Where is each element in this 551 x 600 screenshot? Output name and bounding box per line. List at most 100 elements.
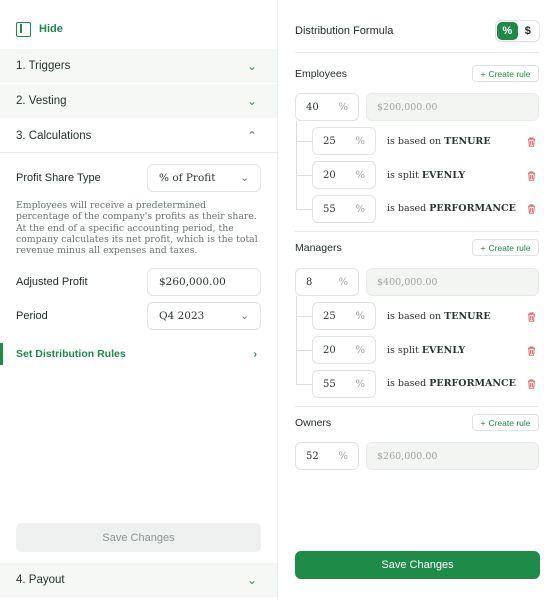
managers-percent-value: 8 bbox=[306, 276, 313, 288]
rule-percent-value: 20 bbox=[323, 169, 336, 181]
plus-icon: + bbox=[480, 242, 486, 253]
chevron-down-icon: ⌄ bbox=[246, 59, 257, 73]
trash-icon[interactable] bbox=[527, 204, 536, 214]
managers-percent-input[interactable]: 8 % bbox=[295, 268, 359, 296]
adjusted-profit-label: Adjusted Profit bbox=[16, 276, 88, 288]
accordion-vesting[interactable]: 2. Vesting ⌄ bbox=[0, 84, 277, 118]
rule-percent-value: 25 bbox=[323, 310, 336, 322]
rule-keyword: TENURE bbox=[444, 136, 491, 147]
rule-prefix: is based bbox=[387, 203, 430, 214]
period-value: Q4 2023 bbox=[159, 310, 205, 322]
tree-branch bbox=[296, 175, 312, 176]
divider bbox=[295, 52, 539, 53]
sidebar-toggle-icon bbox=[16, 21, 31, 37]
employees-percent-value: 40 bbox=[306, 101, 319, 113]
rule-percent-value: 55 bbox=[323, 203, 336, 215]
accordion-calculations-label: 3. Calculations bbox=[16, 129, 92, 142]
chevron-down-icon: ⌄ bbox=[240, 172, 249, 184]
owners-percent-input[interactable]: 52 % bbox=[295, 442, 359, 470]
percent-toggle-button[interactable]: % bbox=[497, 22, 518, 40]
trash-icon[interactable] bbox=[527, 379, 536, 389]
percent-icon: % bbox=[355, 344, 365, 356]
managers-amount-field: $400,000.00 bbox=[366, 268, 539, 296]
unit-toggle: % $ bbox=[495, 20, 540, 42]
tree-connector bbox=[296, 121, 310, 209]
percent-icon: % bbox=[355, 135, 365, 147]
save-changes-button[interactable]: Save Changes bbox=[295, 551, 540, 579]
rule-prefix: is split bbox=[387, 170, 422, 181]
percent-icon: % bbox=[338, 450, 348, 462]
employees-rule-description: is split EVENLY bbox=[387, 170, 465, 181]
employees-create-rule-button[interactable]: + Create rule bbox=[472, 65, 539, 82]
rule-prefix: is based on bbox=[387, 311, 445, 322]
employees-rule-percent-input[interactable]: 20 % bbox=[312, 161, 376, 189]
managers-create-rule-button[interactable]: + Create rule bbox=[472, 239, 539, 256]
employees-rule-percent-input[interactable]: 55 % bbox=[312, 195, 376, 223]
employees-percent-input[interactable]: 40 % bbox=[295, 93, 359, 121]
managers-rule-percent-input[interactable]: 25 % bbox=[312, 302, 376, 330]
tree-branch bbox=[296, 209, 312, 210]
percent-icon: % bbox=[355, 169, 365, 181]
managers-rule-description: is split EVENLY bbox=[387, 345, 465, 356]
tree-branch bbox=[296, 350, 312, 351]
profit-share-type-select[interactable]: % of Profit ⌄ bbox=[147, 164, 261, 192]
managers-rule-description: is based on TENURE bbox=[387, 311, 491, 322]
distribution-formula-title: Distribution Formula bbox=[295, 25, 394, 37]
accordion-triggers-label: 1. Triggers bbox=[16, 60, 71, 72]
employees-rule-description: is based PERFORMANCE bbox=[387, 203, 516, 214]
rule-prefix: is based on bbox=[387, 136, 445, 147]
employees-amount-field: $200,000.00 bbox=[366, 93, 539, 121]
owners-create-rule-button[interactable]: + Create rule bbox=[472, 414, 539, 431]
plus-icon: + bbox=[480, 68, 486, 79]
chevron-down-icon: ⌄ bbox=[240, 310, 249, 322]
profit-share-description: Employees will receive a predetermined p… bbox=[16, 200, 258, 257]
adjusted-profit-input[interactable]: $260,000.00 bbox=[147, 268, 261, 296]
tree-branch bbox=[296, 316, 312, 317]
employees-rule-percent-input[interactable]: 25 % bbox=[312, 127, 376, 155]
rule-prefix: is split bbox=[387, 345, 422, 356]
profit-share-type-label: Profit Share Type bbox=[16, 172, 101, 184]
chevron-down-icon: ⌄ bbox=[246, 573, 257, 587]
employees-label: Employees bbox=[295, 68, 347, 80]
rule-keyword: PERFORMANCE bbox=[429, 203, 516, 214]
accordion-payout-label: 4. Payout bbox=[16, 574, 65, 586]
owners-amount-field: $260,000.00 bbox=[366, 442, 539, 470]
chevron-up-icon: ⌃ bbox=[246, 128, 257, 143]
dollar-toggle-button[interactable]: $ bbox=[518, 22, 539, 40]
tree-connector bbox=[296, 296, 310, 384]
save-changes-button-disabled[interactable]: Save Changes bbox=[16, 523, 261, 552]
managers-rule-description: is based PERFORMANCE bbox=[387, 378, 516, 389]
tree-branch bbox=[296, 141, 312, 142]
hide-label: Hide bbox=[39, 23, 63, 35]
period-label: Period bbox=[16, 310, 48, 322]
chevron-down-icon: ⌄ bbox=[246, 94, 257, 108]
percent-icon: % bbox=[355, 203, 365, 215]
managers-rule-percent-input[interactable]: 20 % bbox=[312, 336, 376, 364]
managers-label: Managers bbox=[295, 242, 342, 254]
distribution-formula-panel: Distribution Formula % $ Employees + Cre… bbox=[279, 0, 551, 600]
managers-rule-percent-input[interactable]: 55 % bbox=[312, 370, 376, 398]
rule-keyword: TENURE bbox=[444, 311, 491, 322]
create-rule-label: Create rule bbox=[488, 417, 531, 428]
set-distribution-rules-link[interactable]: Set Distribution Rules › bbox=[0, 343, 277, 365]
rule-percent-value: 20 bbox=[323, 344, 336, 356]
accordion-triggers[interactable]: 1. Triggers ⌄ bbox=[0, 49, 277, 83]
trash-icon[interactable] bbox=[527, 312, 536, 322]
accordion-calculations[interactable]: 3. Calculations ⌃ bbox=[0, 119, 277, 153]
hide-panel-button[interactable]: Hide bbox=[16, 20, 63, 38]
trash-icon[interactable] bbox=[527, 137, 536, 147]
rule-prefix: is based bbox=[387, 378, 430, 389]
profit-share-editor: Hide 1. Triggers ⌄ 2. Vesting ⌄ 3. Calcu… bbox=[0, 0, 551, 600]
rule-percent-value: 25 bbox=[323, 135, 336, 147]
trash-icon[interactable] bbox=[527, 171, 536, 181]
adjusted-profit-value: $260,000.00 bbox=[159, 276, 226, 288]
owners-label: Owners bbox=[295, 417, 332, 429]
trash-icon[interactable] bbox=[527, 346, 536, 356]
period-select[interactable]: Q4 2023 ⌄ bbox=[147, 302, 261, 330]
create-rule-label: Create rule bbox=[488, 242, 531, 253]
accordion-vesting-label: 2. Vesting bbox=[16, 95, 67, 107]
profit-share-type-value: % of Profit bbox=[159, 172, 216, 184]
chevron-right-icon: › bbox=[253, 348, 258, 360]
accordion-payout[interactable]: 4. Payout ⌄ bbox=[0, 563, 277, 597]
create-rule-label: Create rule bbox=[488, 68, 531, 79]
